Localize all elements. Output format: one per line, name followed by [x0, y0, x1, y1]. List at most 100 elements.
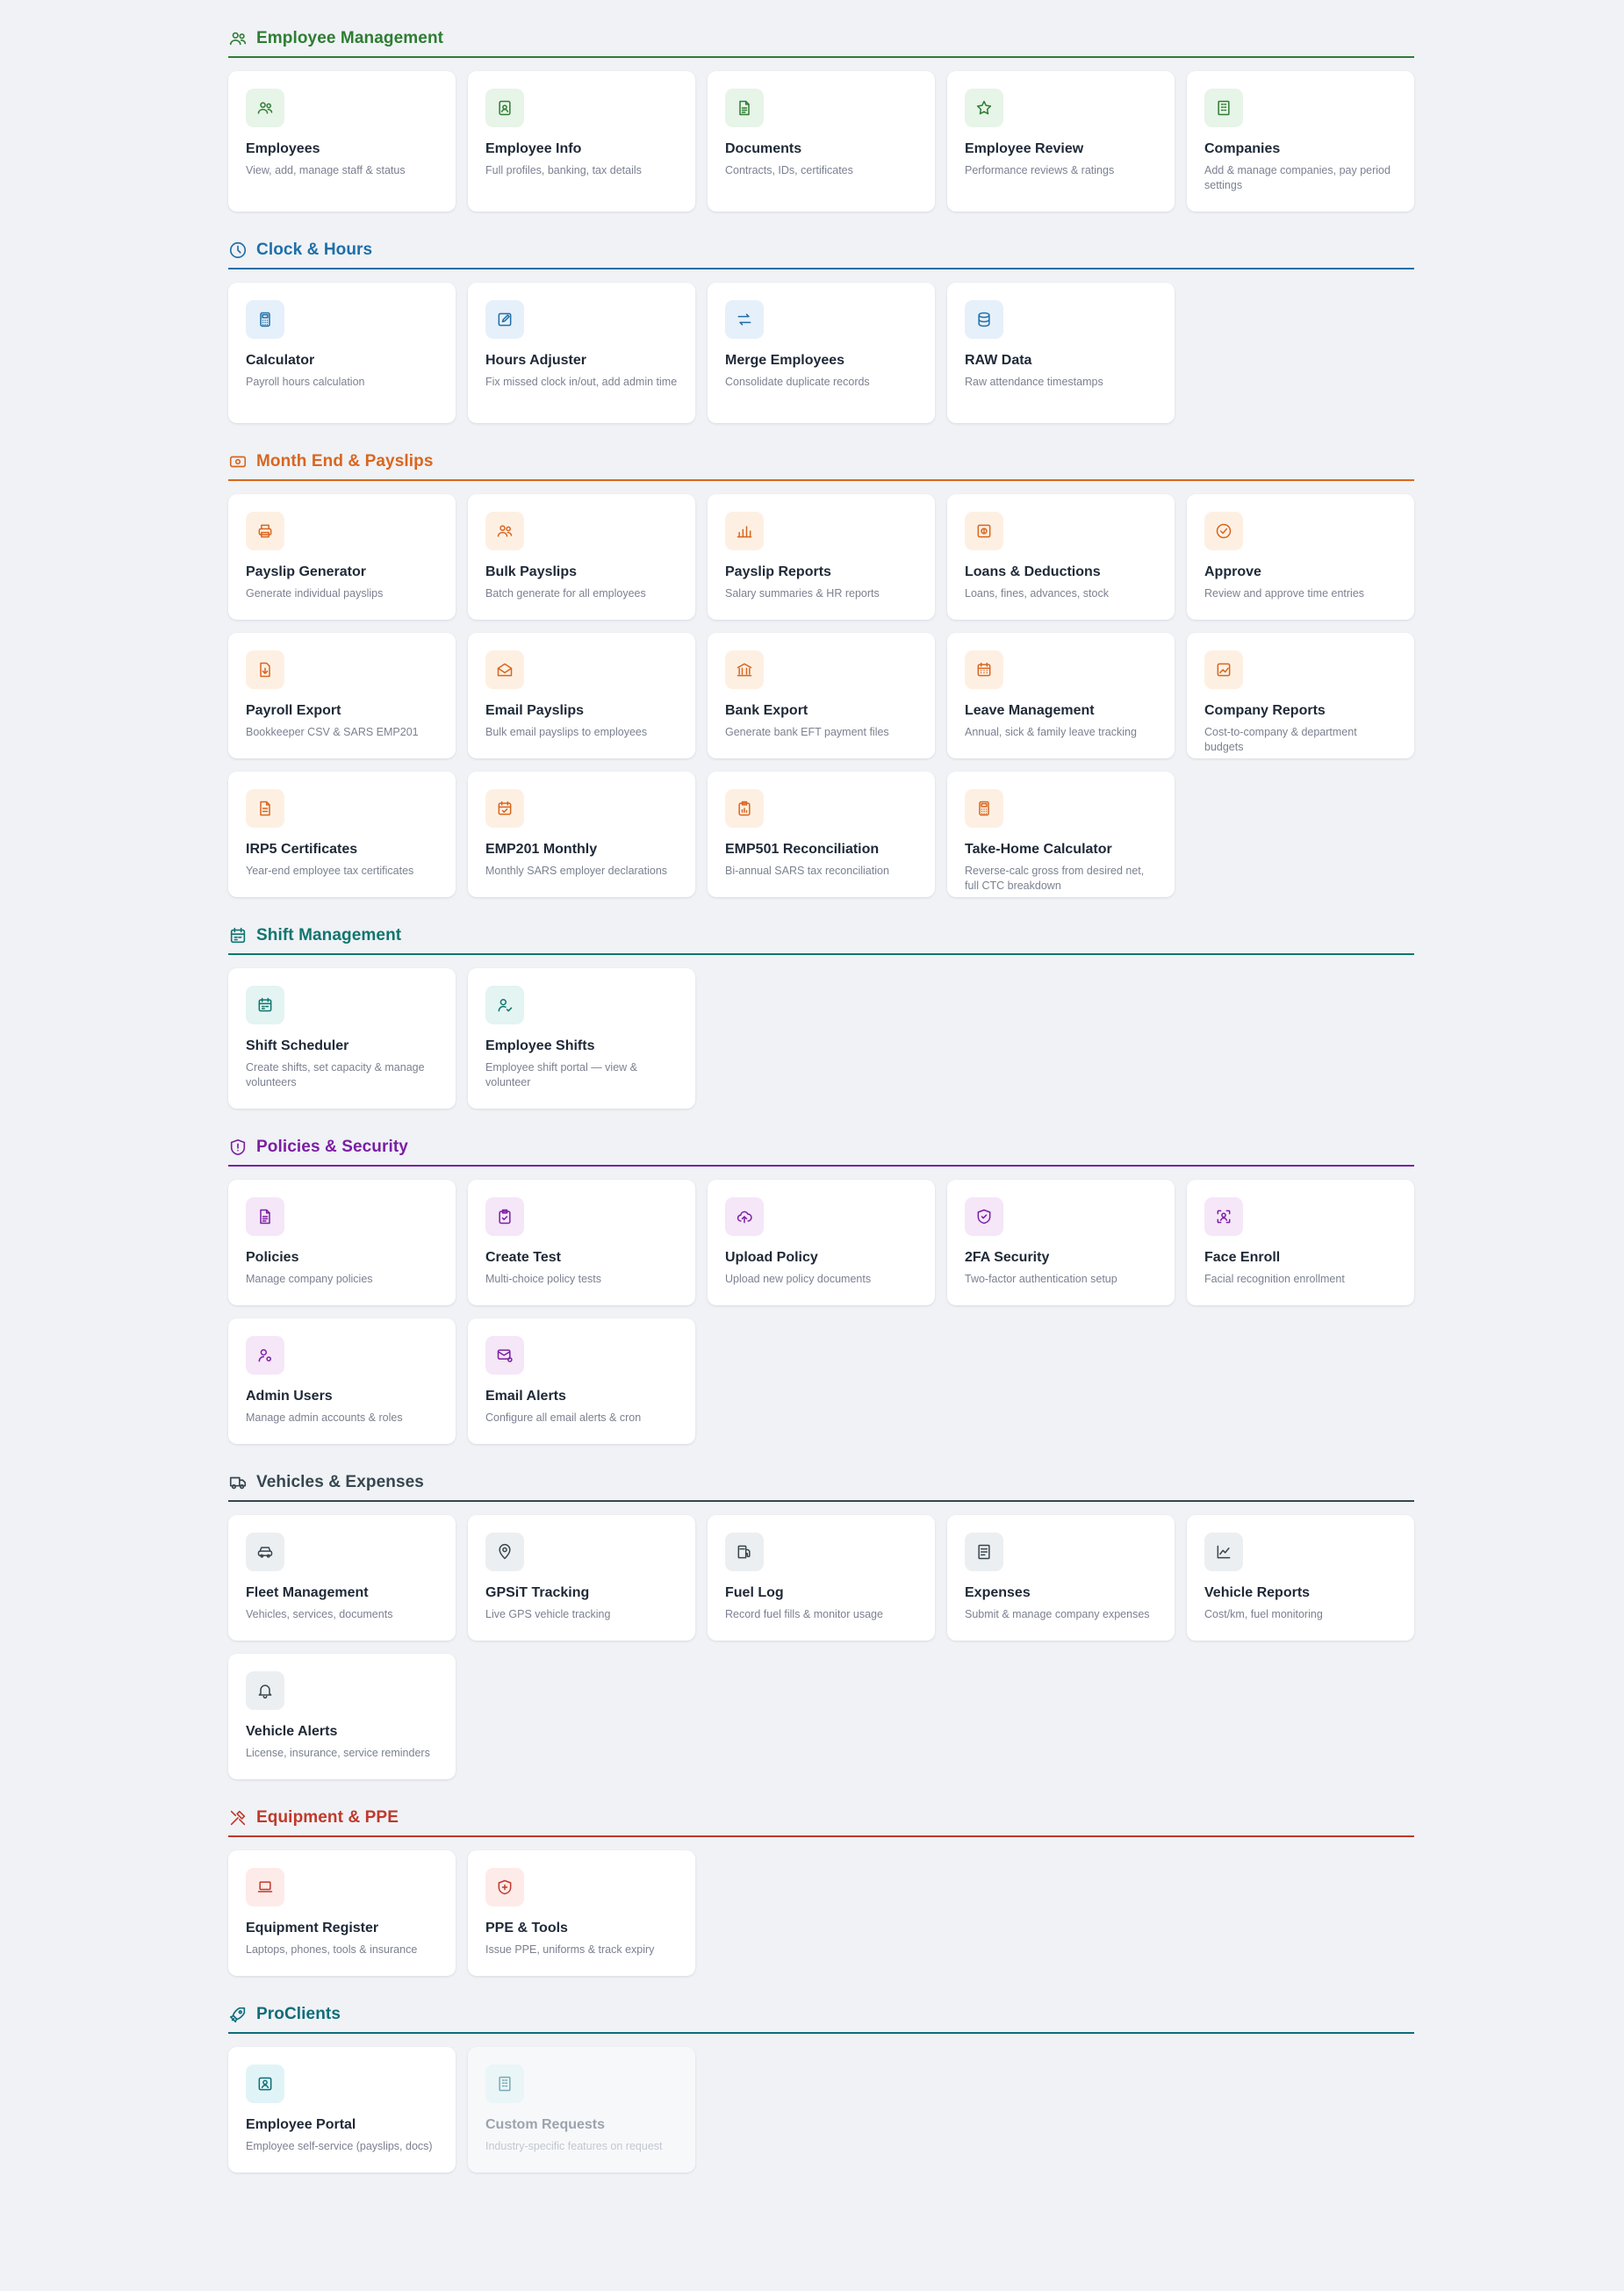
section-header: Month End & Payslips	[228, 423, 1414, 481]
card-title: Loans & Deductions	[965, 564, 1101, 579]
car-icon	[246, 1533, 284, 1571]
card-upload-policy[interactable]: Upload Policy Upload new policy documents	[708, 1180, 935, 1305]
card-leave-management[interactable]: Leave Management Annual, sick & family le…	[947, 633, 1175, 758]
card-equipment-register[interactable]: Equipment Register Laptops, phones, tools…	[228, 1850, 456, 1976]
document-icon	[246, 1197, 284, 1236]
section-header: ProClients	[228, 1976, 1414, 2034]
truck-icon	[228, 1473, 248, 1492]
card-emp201-monthly[interactable]: EMP201 Monthly Monthly SARS employer decl…	[468, 772, 695, 897]
card-title: Vehicle Reports	[1204, 1585, 1311, 1600]
card-employee-portal[interactable]: Employee Portal Employee self-service (pa…	[228, 2047, 456, 2172]
card-description: Loans, fines, advances, stock	[965, 587, 1109, 600]
file-text-icon	[246, 789, 284, 828]
card-description: Bulk email payslips to employees	[485, 726, 648, 738]
card-title: Employee Shifts	[485, 1038, 595, 1053]
card-description: Full profiles, banking, tax details	[485, 164, 642, 176]
card-irp5-certificates[interactable]: IRP5 Certificates Year-end employee tax c…	[228, 772, 456, 897]
shield-plus-icon	[485, 1868, 524, 1907]
clipboard-chart-icon	[725, 789, 764, 828]
card-gpsit-tracking[interactable]: GPSiT Tracking Live GPS vehicle tracking	[468, 1515, 695, 1641]
card-employees[interactable]: Employees View, add, manage staff & statu…	[228, 71, 456, 212]
card-raw-data[interactable]: RAW Data Raw attendance timestamps	[947, 283, 1175, 423]
check-circle-icon	[1204, 512, 1243, 550]
card-grid: Employees View, add, manage staff & statu…	[228, 58, 1414, 212]
card-emp501-reconciliation[interactable]: EMP501 Reconciliation Bi-annual SARS tax …	[708, 772, 935, 897]
card-title: Expenses	[965, 1585, 1031, 1600]
card-payslip-generator[interactable]: Payslip Generator Generate individual pay…	[228, 494, 456, 620]
card-documents[interactable]: Documents Contracts, IDs, certificates	[708, 71, 935, 212]
card-bulk-payslips[interactable]: Bulk Payslips Batch generate for all empl…	[468, 494, 695, 620]
card-2fa-security[interactable]: 2FA Security Two-factor authentication se…	[947, 1180, 1175, 1305]
calendar-icon	[965, 650, 1003, 689]
star-icon	[965, 89, 1003, 127]
card-grid: Fleet Management Vehicles, services, docu…	[228, 1502, 1414, 1779]
card-title: Bank Export	[725, 703, 808, 718]
card-description: Cost/km, fuel monitoring	[1204, 1608, 1323, 1620]
card-title: Payslip Generator	[246, 564, 366, 579]
card-description: Add & manage companies, pay period setti…	[1204, 164, 1390, 191]
card-vehicle-reports[interactable]: Vehicle Reports Cost/km, fuel monitoring	[1187, 1515, 1414, 1641]
user-gear-icon	[246, 1336, 284, 1375]
card-employee-shifts[interactable]: Employee Shifts Employee shift portal — v…	[468, 968, 695, 1109]
file-download-icon	[246, 650, 284, 689]
card-email-payslips[interactable]: Email Payslips Bulk email payslips to emp…	[468, 633, 695, 758]
section-6: Equipment & PPE Equipment Register Laptops…	[228, 1779, 1414, 1976]
card-description: Year-end employee tax certificates	[246, 865, 414, 877]
section-title: Employee Management	[256, 29, 444, 47]
card-grid: Policies Manage company policies Create Te…	[228, 1167, 1414, 1444]
card-calculator[interactable]: Calculator Payroll hours calculation	[228, 283, 456, 423]
card-vehicle-alerts[interactable]: Vehicle Alerts License, insurance, servic…	[228, 1654, 456, 1779]
card-shift-scheduler[interactable]: Shift Scheduler Create shifts, set capaci…	[228, 968, 456, 1109]
section-5: Vehicles & Expenses Fleet Management Vehic…	[228, 1444, 1414, 1779]
card-create-test[interactable]: Create Test Multi-choice policy tests	[468, 1180, 695, 1305]
card-description: Generate bank EFT payment files	[725, 726, 889, 738]
section-2: Month End & Payslips Payslip Generator Gen…	[228, 423, 1414, 897]
card-description: Create shifts, set capacity & manage vol…	[246, 1061, 425, 1088]
card-merge-employees[interactable]: Merge Employees Consolidate duplicate rec…	[708, 283, 935, 423]
card-expenses[interactable]: Expenses Submit & manage company expenses	[947, 1515, 1175, 1641]
card-ppe-tools[interactable]: PPE & Tools Issue PPE, uniforms & track e…	[468, 1850, 695, 1976]
card-employee-review[interactable]: Employee Review Performance reviews & rat…	[947, 71, 1175, 212]
card-grid: Calculator Payroll hours calculation Hours…	[228, 269, 1414, 423]
card-payroll-export[interactable]: Payroll Export Bookkeeper CSV & SARS EMP2…	[228, 633, 456, 758]
card-policies[interactable]: Policies Manage company policies	[228, 1180, 456, 1305]
card-description: Issue PPE, uniforms & track expiry	[485, 1943, 655, 1956]
card-title: Face Enroll	[1204, 1250, 1281, 1265]
printer-icon	[246, 512, 284, 550]
card-payslip-reports[interactable]: Payslip Reports Salary summaries & HR rep…	[708, 494, 935, 620]
card-email-alerts[interactable]: Email Alerts Configure all email alerts &…	[468, 1318, 695, 1444]
card-title: Admin Users	[246, 1389, 333, 1404]
card-admin-users[interactable]: Admin Users Manage admin accounts & roles	[228, 1318, 456, 1444]
card-companies[interactable]: Companies Add & manage companies, pay per…	[1187, 71, 1414, 212]
card-company-reports[interactable]: Company Reports Cost-to-company & departm…	[1187, 633, 1414, 758]
card-employee-info[interactable]: Employee Info Full profiles, banking, tax…	[468, 71, 695, 212]
card-take-home-calculator[interactable]: Take-Home Calculator Reverse-calc gross f…	[947, 772, 1175, 897]
card-title: Fleet Management	[246, 1585, 369, 1600]
card-title: Fuel Log	[725, 1585, 784, 1600]
card-title: Custom Requests	[485, 2117, 606, 2132]
card-face-enroll[interactable]: Face Enroll Facial recognition enrollment	[1187, 1180, 1414, 1305]
card-title: Companies	[1204, 141, 1281, 156]
clock-icon	[228, 241, 248, 260]
card-bank-export[interactable]: Bank Export Generate bank EFT payment fil…	[708, 633, 935, 758]
calculator-icon	[246, 300, 284, 339]
card-description: Review and approve time entries	[1204, 587, 1365, 600]
card-approve[interactable]: Approve Review and approve time entries	[1187, 494, 1414, 620]
section-header: Equipment & PPE	[228, 1779, 1414, 1837]
card-loans-deductions[interactable]: Loans & Deductions Loans, fines, advances…	[947, 494, 1175, 620]
calendar-grid-icon	[228, 926, 248, 945]
card-fuel-log[interactable]: Fuel Log Record fuel fills & monitor usag…	[708, 1515, 935, 1641]
card-fleet-management[interactable]: Fleet Management Vehicles, services, docu…	[228, 1515, 456, 1641]
fuel-icon	[725, 1533, 764, 1571]
card-title: Vehicle Alerts	[246, 1724, 338, 1739]
card-description: Configure all email alerts & cron	[485, 1411, 642, 1424]
card-description: Monthly SARS employer declarations	[485, 865, 668, 877]
card-title: Email Alerts	[485, 1389, 566, 1404]
calendar-grid-icon	[246, 986, 284, 1024]
card-description: Salary summaries & HR reports	[725, 587, 880, 600]
card-title: Upload Policy	[725, 1250, 818, 1265]
calendar-check-icon	[485, 789, 524, 828]
card-title: Employee Info	[485, 141, 582, 156]
card-hours-adjuster[interactable]: Hours Adjuster Fix missed clock in/out, a…	[468, 283, 695, 423]
card-description: Multi-choice policy tests	[485, 1273, 601, 1285]
